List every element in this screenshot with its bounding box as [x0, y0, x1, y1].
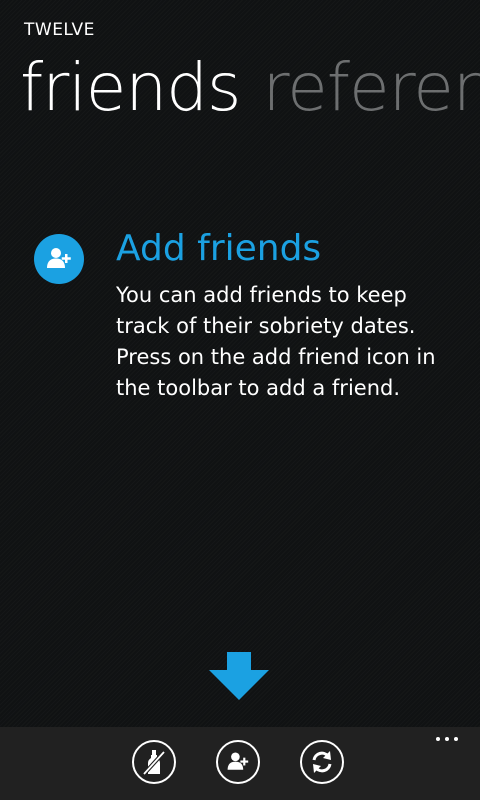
add-friend-button[interactable]	[216, 740, 260, 784]
refresh-icon	[309, 749, 335, 775]
application-bar	[0, 727, 480, 800]
ellipsis-icon[interactable]	[436, 737, 458, 741]
refresh-button[interactable]	[300, 740, 344, 784]
pivot-headers: friendsreferenc	[20, 44, 480, 132]
empty-state-heading: Add friends	[116, 228, 322, 269]
no-bottle-icon	[142, 749, 166, 775]
app-title: TWELVE	[24, 20, 95, 40]
add-friend-icon	[225, 749, 251, 775]
add-friend-icon	[34, 234, 84, 284]
no-bottle-button[interactable]	[132, 740, 176, 784]
app-screen: TWELVE friendsreferenc Add friends You c…	[0, 0, 480, 800]
pivot-header-references[interactable]: referenc	[262, 44, 480, 132]
down-arrow-icon	[209, 652, 269, 700]
empty-state-text: You can add friends to keep track of the…	[116, 283, 436, 400]
pivot-header-friends[interactable]: friends	[20, 44, 241, 132]
